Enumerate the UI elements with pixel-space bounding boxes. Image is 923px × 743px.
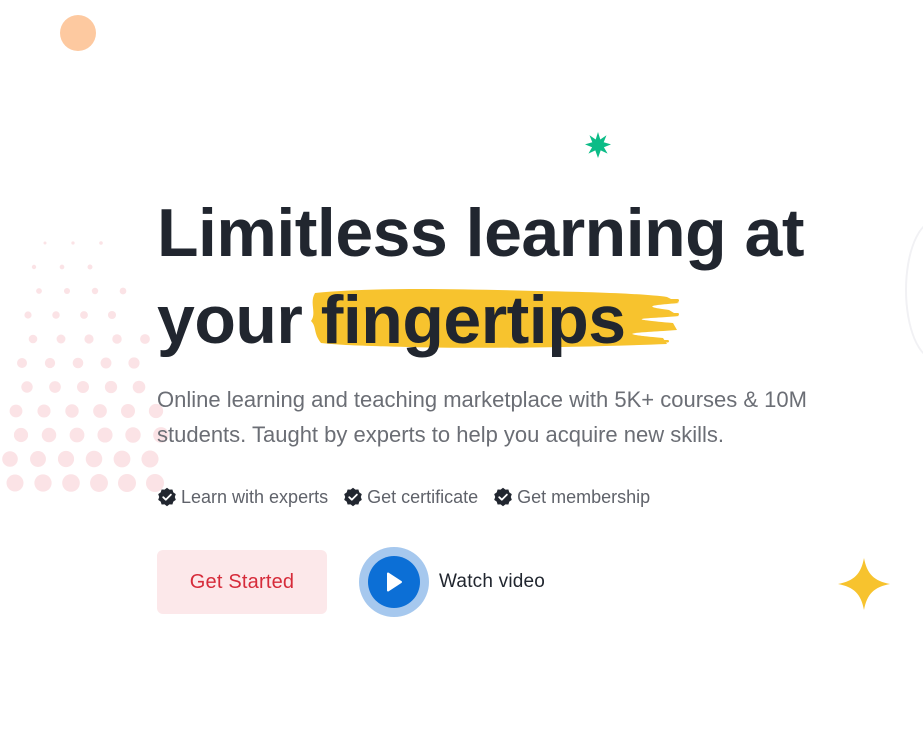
decorative-dot bbox=[99, 241, 103, 245]
decorative-dot bbox=[59, 264, 65, 270]
decorative-dot bbox=[43, 241, 47, 245]
decorative-dot bbox=[65, 404, 79, 418]
decorative-dot bbox=[6, 474, 24, 492]
dot-pattern-decoration bbox=[2, 241, 169, 492]
decorative-dot bbox=[91, 287, 99, 295]
decorative-dot bbox=[36, 288, 42, 294]
decorative-dot bbox=[13, 427, 29, 443]
decorative-dot bbox=[21, 381, 33, 393]
decorative-dot bbox=[112, 334, 122, 344]
decorative-dot bbox=[9, 404, 23, 418]
peach-circle-decoration bbox=[60, 15, 96, 51]
decorative-dot bbox=[97, 427, 113, 443]
decorative-dot bbox=[84, 334, 94, 344]
decorative-dot bbox=[93, 404, 107, 418]
decorative-dot bbox=[71, 241, 75, 245]
decorative-dot bbox=[100, 357, 112, 369]
badge-check-icon bbox=[158, 487, 176, 507]
hero-title: Limitless learning at your fingertips bbox=[157, 190, 897, 364]
decorative-dot bbox=[63, 287, 71, 295]
play-button[interactable] bbox=[368, 556, 420, 608]
decorative-dot bbox=[28, 334, 38, 344]
decorative-dot bbox=[104, 380, 118, 394]
decorative-dot bbox=[57, 450, 75, 468]
feature-label: Learn with experts bbox=[181, 486, 329, 507]
get-started-button[interactable]: Get Started bbox=[157, 550, 327, 614]
hero-title-line-2: your fingertips bbox=[157, 277, 897, 364]
feature-item: Learn with experts bbox=[157, 487, 328, 508]
hero-title-highlight-text: fingertips bbox=[320, 282, 626, 358]
decorative-dot bbox=[107, 310, 117, 320]
decorative-dot bbox=[17, 358, 27, 368]
badge-check-icon bbox=[494, 487, 512, 507]
edge-arc-decoration bbox=[905, 220, 923, 360]
decorative-dot bbox=[24, 311, 32, 319]
decorative-dot bbox=[118, 474, 136, 492]
decorative-dot bbox=[69, 427, 85, 443]
decorative-dot bbox=[87, 264, 93, 270]
decorative-dot bbox=[34, 474, 52, 492]
decorative-dot bbox=[132, 380, 146, 394]
hero-subtitle: Online learning and teaching marketplace… bbox=[157, 387, 807, 447]
decorative-dot bbox=[121, 404, 135, 418]
feature-item: Get membership bbox=[493, 487, 650, 508]
decorative-dot bbox=[113, 450, 131, 468]
decorative-dot bbox=[41, 427, 57, 443]
decorative-dot bbox=[30, 451, 46, 467]
decorative-dot bbox=[37, 404, 51, 418]
decorative-dot bbox=[49, 381, 61, 393]
hero-page: Limitless learning at your fingertips On… bbox=[0, 0, 923, 743]
decorative-dot bbox=[119, 287, 127, 295]
feature-label: Get membership bbox=[517, 486, 651, 507]
decorative-dot bbox=[125, 427, 141, 443]
decorative-dot bbox=[72, 357, 84, 369]
hero-actions: Get Started Watch video bbox=[157, 547, 897, 617]
feature-list: Learn with experts Get certificate Get m… bbox=[157, 485, 897, 509]
play-button-ring[interactable] bbox=[359, 547, 429, 617]
decorative-dot bbox=[2, 451, 18, 467]
decorative-dot bbox=[52, 311, 60, 319]
decorative-dot bbox=[128, 357, 140, 369]
decorative-dot bbox=[56, 334, 66, 344]
green-star-icon bbox=[585, 132, 611, 158]
watch-video-button[interactable]: Watch video bbox=[359, 547, 545, 617]
decorative-dot bbox=[62, 474, 80, 492]
decorative-dot bbox=[44, 357, 56, 369]
watch-video-label[interactable]: Watch video bbox=[439, 571, 545, 593]
decorative-dot bbox=[141, 450, 159, 468]
decorative-dot bbox=[77, 381, 89, 393]
badge-check-icon bbox=[344, 487, 362, 507]
hero-title-highlight: fingertips bbox=[310, 277, 679, 364]
decorative-dot bbox=[90, 474, 108, 492]
feature-item: Get certificate bbox=[343, 487, 478, 508]
decorative-dot bbox=[80, 311, 88, 319]
decorative-dot bbox=[140, 334, 150, 344]
decorative-dot bbox=[85, 450, 103, 468]
decorative-dot bbox=[31, 264, 37, 270]
hero-section: Limitless learning at your fingertips On… bbox=[157, 190, 897, 617]
feature-label: Get certificate bbox=[367, 486, 479, 507]
play-icon bbox=[387, 572, 402, 592]
hero-title-prefix: your bbox=[157, 282, 303, 358]
hero-title-line-1: Limitless learning at bbox=[157, 195, 805, 271]
